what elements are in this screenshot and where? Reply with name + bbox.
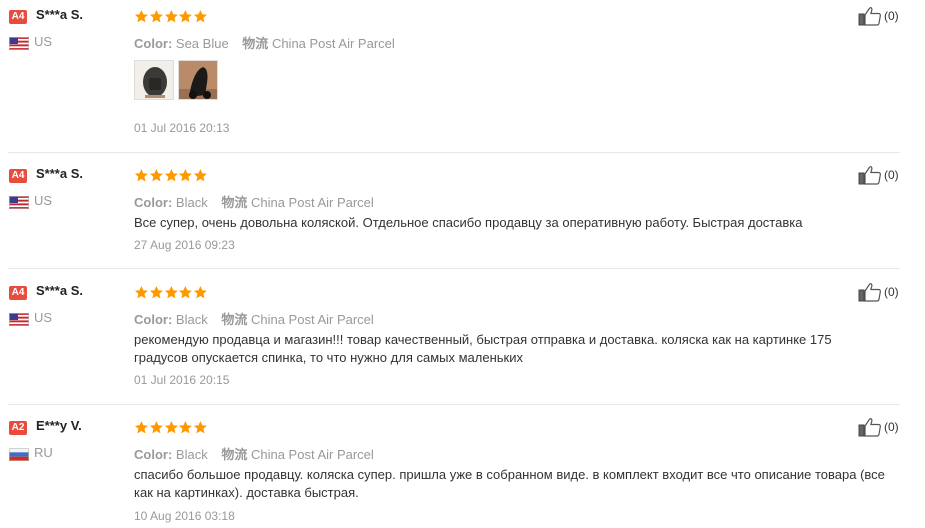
star-icon bbox=[193, 420, 208, 435]
buyer-level-badge: A4 bbox=[9, 10, 27, 24]
review-photo-thumbnail[interactable] bbox=[178, 60, 218, 100]
rating-stars bbox=[134, 420, 208, 436]
star-icon bbox=[193, 168, 208, 183]
us-flag-icon bbox=[9, 37, 29, 50]
review-date: 10 Aug 2016 03:18 bbox=[134, 509, 235, 523]
star-icon bbox=[149, 285, 164, 300]
review-text: Все супер, очень довольна коляской. Отде… bbox=[134, 215, 803, 230]
star-icon bbox=[134, 9, 149, 24]
buyer-country: US bbox=[34, 310, 53, 325]
color-value: Black bbox=[175, 447, 208, 462]
review-photo-thumbnail[interactable] bbox=[134, 60, 174, 100]
color-label: Color: bbox=[134, 312, 173, 327]
review-divider bbox=[8, 152, 900, 153]
review-photos bbox=[134, 60, 218, 100]
helpful-button[interactable]: (0) bbox=[858, 165, 899, 185]
color-value: Black bbox=[175, 312, 208, 327]
rating-stars bbox=[134, 9, 208, 25]
helpful-button[interactable]: (0) bbox=[858, 417, 899, 437]
star-icon bbox=[164, 9, 179, 24]
buyer-country: US bbox=[34, 193, 53, 208]
shipping-label: 物流 bbox=[221, 195, 248, 210]
color-value: Black bbox=[175, 195, 208, 210]
shipping-value: China Post Air Parcel bbox=[271, 36, 395, 51]
buyer-level-badge: A2 bbox=[9, 421, 27, 435]
color-label: Color: bbox=[134, 36, 173, 51]
review-text: спасибо большое продавцу. коляска супер.… bbox=[134, 467, 885, 500]
star-icon bbox=[178, 9, 193, 24]
order-properties: Color: Black 物流 China Post Air Parcel bbox=[134, 192, 374, 211]
order-properties: Color: Sea Blue 物流 China Post Air Parcel bbox=[134, 33, 395, 52]
shipping-label: 物流 bbox=[221, 312, 248, 327]
star-icon bbox=[134, 168, 149, 183]
buyer-level-badge: A4 bbox=[9, 286, 27, 300]
review-divider bbox=[8, 268, 900, 269]
buyer-level-badge: A4 bbox=[9, 169, 27, 183]
buyer-country: US bbox=[34, 34, 53, 49]
star-icon bbox=[178, 420, 193, 435]
buyer-name: S***a S. bbox=[36, 166, 83, 181]
star-icon bbox=[164, 285, 179, 300]
shipping-value: China Post Air Parcel bbox=[250, 312, 374, 327]
helpful-count: (0) bbox=[884, 9, 899, 23]
helpful-count: (0) bbox=[884, 168, 899, 182]
shipping-label: 物流 bbox=[221, 447, 248, 462]
buyer-name: S***a S. bbox=[36, 7, 83, 22]
rating-stars bbox=[134, 285, 208, 301]
star-icon bbox=[149, 420, 164, 435]
star-icon bbox=[178, 168, 193, 183]
rating-stars bbox=[134, 168, 208, 184]
star-icon bbox=[149, 168, 164, 183]
helpful-count: (0) bbox=[884, 420, 899, 434]
review-text: рекомендую продавца и магазин!!! товар к… bbox=[134, 332, 832, 365]
star-icon bbox=[149, 9, 164, 24]
star-icon bbox=[178, 285, 193, 300]
buyer-country: RU bbox=[34, 445, 53, 460]
star-icon bbox=[164, 420, 179, 435]
star-icon bbox=[164, 168, 179, 183]
color-value: Sea Blue bbox=[175, 36, 229, 51]
thumbs-up-icon bbox=[858, 417, 882, 437]
thumbs-up-icon bbox=[858, 165, 882, 185]
thumbs-up-icon bbox=[858, 6, 882, 26]
thumbs-up-icon bbox=[858, 282, 882, 302]
shipping-value: China Post Air Parcel bbox=[250, 447, 374, 462]
order-properties: Color: Black 物流 China Post Air Parcel bbox=[134, 444, 374, 463]
order-properties: Color: Black 物流 China Post Air Parcel bbox=[134, 309, 374, 328]
review-date: 27 Aug 2016 09:23 bbox=[134, 238, 235, 252]
review-date: 01 Jul 2016 20:13 bbox=[134, 121, 230, 135]
shipping-label: 物流 bbox=[242, 36, 269, 51]
us-flag-icon bbox=[9, 313, 29, 326]
shipping-value: China Post Air Parcel bbox=[250, 195, 374, 210]
helpful-count: (0) bbox=[884, 285, 899, 299]
helpful-button[interactable]: (0) bbox=[858, 282, 899, 302]
review-date: 01 Jul 2016 20:15 bbox=[134, 373, 230, 387]
helpful-button[interactable]: (0) bbox=[858, 6, 899, 26]
buyer-name: S***a S. bbox=[36, 283, 83, 298]
ru-flag-icon bbox=[9, 448, 29, 461]
buyer-name: E***y V. bbox=[36, 418, 82, 433]
star-icon bbox=[134, 420, 149, 435]
review-divider bbox=[8, 404, 900, 405]
star-icon bbox=[193, 9, 208, 24]
star-icon bbox=[134, 285, 149, 300]
star-icon bbox=[193, 285, 208, 300]
color-label: Color: bbox=[134, 195, 173, 210]
us-flag-icon bbox=[9, 196, 29, 209]
color-label: Color: bbox=[134, 447, 173, 462]
